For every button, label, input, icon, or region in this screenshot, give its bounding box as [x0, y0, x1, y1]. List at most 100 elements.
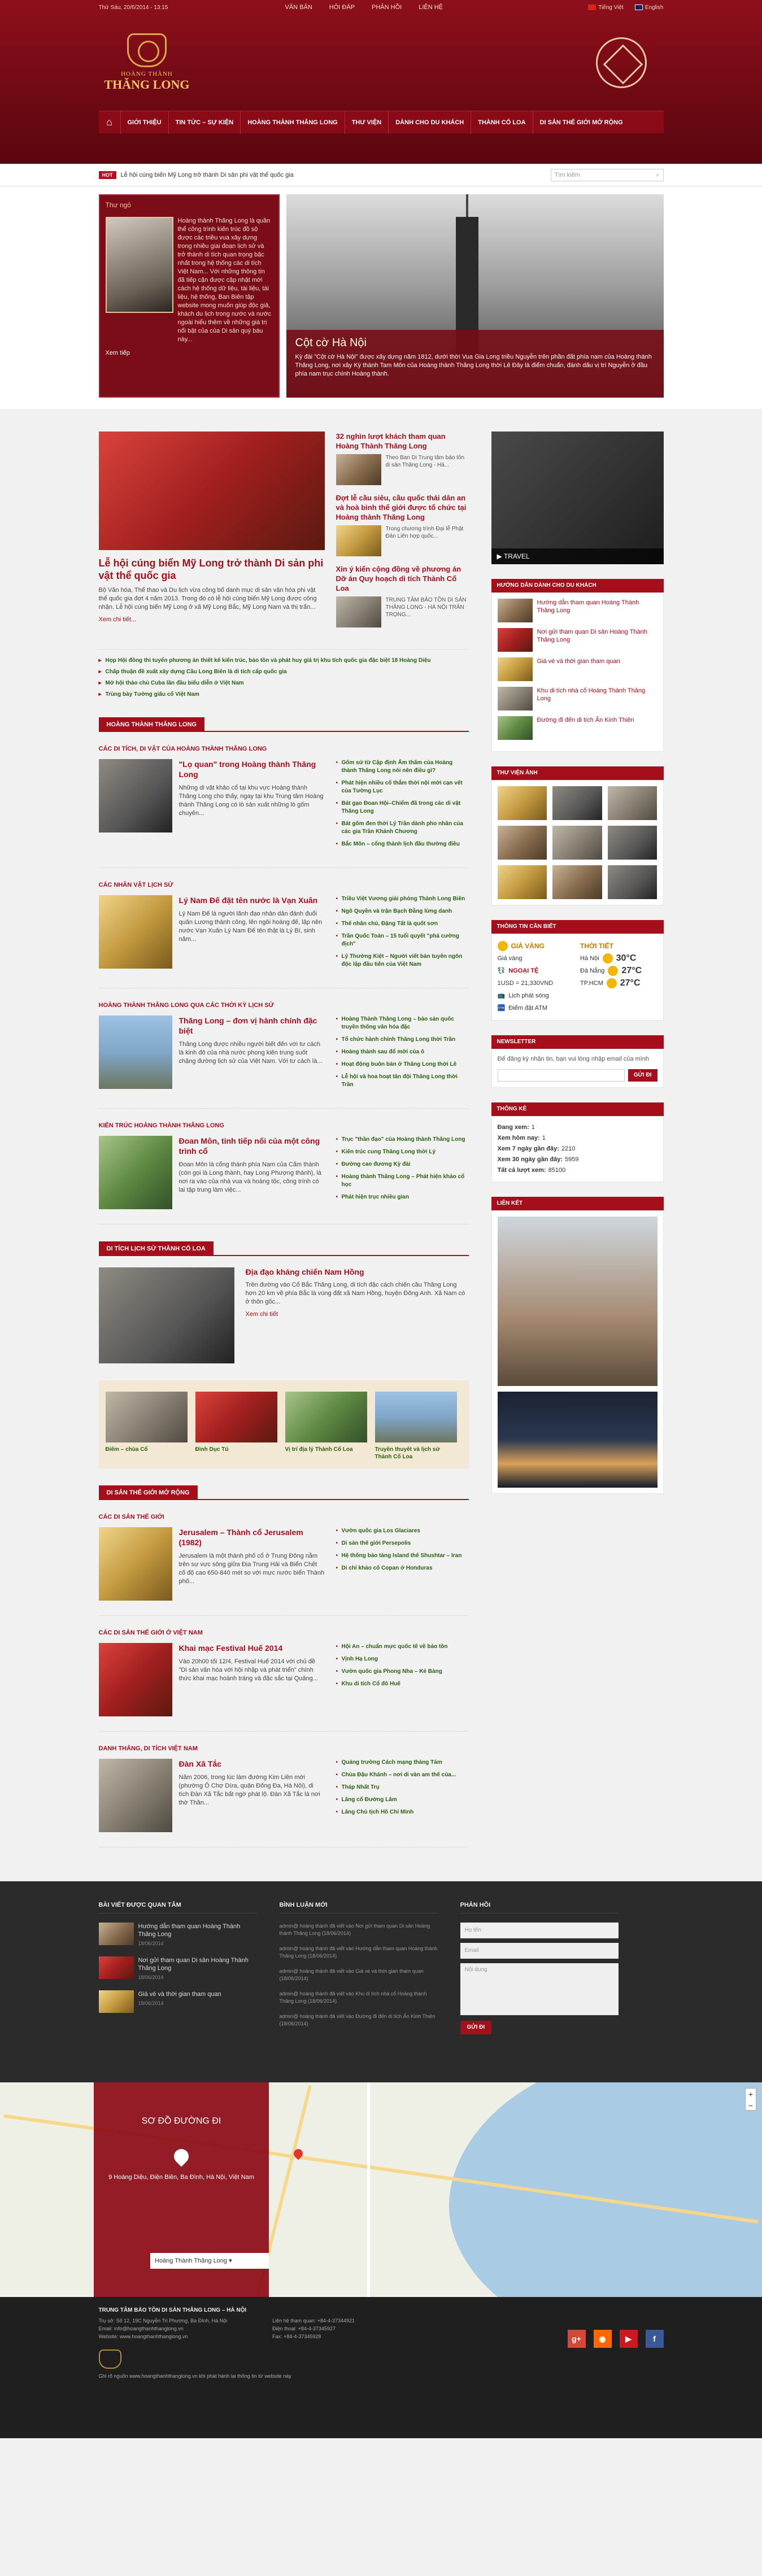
category-lead-title[interactable]: Thăng Long – đơn vị hành chính đặc biệt [179, 1015, 325, 1036]
category-lead-title[interactable]: Khai mạc Festival Huế 2014 [179, 1643, 325, 1653]
category-link[interactable]: Hệ thống bảo tàng Island thế Shushtar – … [336, 1552, 469, 1560]
category-link[interactable]: Gốm sứ từ Cập định Ấm thấm của Hoàng thà… [336, 759, 469, 775]
side-news-title[interactable]: 32 nghìn lượt khách tham quan Hoàng Thàn… [336, 431, 469, 451]
gallery-photo[interactable] [552, 826, 602, 860]
category-link[interactable]: Di chỉ khảo cổ Copan ở Honduras [336, 1564, 469, 1572]
guide-item[interactable]: Đường đi đến di tích Ẩn Kinh Thiên [497, 716, 658, 740]
guide-item[interactable]: Hướng dẫn tham quan Hoàng Thành Thăng Lo… [497, 599, 658, 622]
comment-item[interactable]: admin@ hoàng thành đã viết vào Nơi gửi t… [280, 1923, 438, 1937]
category-link[interactable]: Hoàng Thành Thăng Long – bảo sản quốc tr… [336, 1015, 469, 1031]
category-thumb[interactable] [98, 1015, 172, 1089]
newsletter-email-input[interactable] [497, 1069, 625, 1082]
category-link[interactable]: Vườn quốc gia Los Glaciares [336, 1527, 469, 1535]
category-link[interactable]: Lý Thường Kiệt – Người viết bản tuyên ng… [336, 953, 469, 969]
popular-post[interactable]: Nơi gửi tham quan Di sản Hoàng Thành Thă… [98, 1956, 257, 1981]
side-news-thumb[interactable] [336, 596, 381, 627]
category-link[interactable]: Đường cao đương Kỳ đài [336, 1161, 469, 1169]
category-link[interactable]: Bát gốm đen thời Lý Trần dành pho nhân c… [336, 820, 469, 836]
category-thumb[interactable] [98, 895, 172, 969]
co-loa-title[interactable]: Địa đạo kháng chiến Nam Hồng [246, 1267, 469, 1276]
category-link[interactable]: Phát hiện nhiều cổ thắm thời nội mới cạn… [336, 779, 469, 795]
home-icon[interactable]: ⌂ [99, 111, 120, 134]
side-news-title[interactable]: Xin ý kiến cộng đồng về phương án Dỡ án … [336, 564, 469, 593]
category-link[interactable]: Hoạt động buôn bán ở Thăng Long thời Lê [336, 1061, 469, 1069]
search-input[interactable]: Tìm kiếm ⌕ [550, 169, 664, 181]
hot-link[interactable]: Mở hội thảo chủ Cuba lần đầu biểu diễn ở… [99, 678, 469, 689]
gallery-photo[interactable] [607, 826, 658, 860]
category-thumb[interactable] [98, 1136, 172, 1209]
name-field[interactable]: Họ tên [460, 1923, 619, 1938]
intro-more-link[interactable]: Xem tiếp [106, 350, 273, 356]
gallery-photo[interactable] [497, 786, 547, 820]
thumb-caption[interactable]: Đình Dục Tú [195, 1446, 277, 1453]
fx-label[interactable]: NGOẠI TỆ [508, 965, 538, 977]
top-link-documents[interactable]: VĂN BẢN [285, 4, 312, 11]
guide-title[interactable]: Nơi gửi tham quan Di sản Hoàng Thành Thă… [537, 628, 658, 652]
category-link[interactable]: Tổ chức hành chính Thăng Long thời Trần [336, 1036, 469, 1044]
category-title[interactable]: CÁC DI SẢN THẾ GIỚI Ở VIỆT NAM [99, 1629, 469, 1636]
side-news-title[interactable]: Đợt lễ cầu siêu, cầu quốc thái dân an và… [336, 493, 469, 522]
gallery-photo[interactable] [497, 865, 547, 899]
category-link[interactable]: Vịnh Hạ Long [336, 1655, 469, 1663]
category-link[interactable]: Lăng Chủ tịch Hồ Chí Minh [336, 1808, 469, 1816]
popular-post[interactable]: Giá vé và thời gian tham quan 18/06/2014 [98, 1990, 257, 2013]
co-loa-thumb[interactable]: Điếm – chùa Cổ [105, 1388, 188, 1461]
thumb-caption[interactable]: Truyền thuyết và lịch sử Thành Cổ Loa [375, 1446, 457, 1461]
post-title[interactable]: Giá vé và thời gian tham quan [138, 1991, 221, 1998]
category-link[interactable]: Trục "thần đạo" của Hoàng thành Thăng Lo… [336, 1136, 469, 1144]
nav-item-world-heritage[interactable]: DI SẢN THẾ GIỚI MỞ RỘNG [532, 111, 630, 134]
guide-title[interactable]: Khu di tích nhà cổ Hoàng Thành Thăng Lon… [537, 687, 658, 711]
top-link-contact[interactable]: LIÊN HỆ [419, 4, 443, 11]
rss-icon[interactable]: ◉ [593, 2330, 612, 2348]
map-zoom-control[interactable]: + − [745, 2088, 756, 2111]
co-loa-thumb[interactable]: Truyền thuyết và lịch sử Thành Cổ Loa [375, 1388, 457, 1461]
popular-post[interactable]: Hướng dẫn tham quan Hoàng Thành Thăng Lo… [98, 1923, 257, 1947]
thumb-caption[interactable]: Vị trí địa lý Thành Cổ Loa [285, 1446, 367, 1453]
atm-link[interactable]: Điểm đặt ATM [508, 1002, 547, 1014]
top-link-feedback[interactable]: PHẢN HỒI [372, 4, 402, 11]
location-map[interactable]: + − SƠ ĐỒ ĐƯỜNG ĐI 9 Hoàng Diệu, Điện Biê… [0, 2082, 762, 2297]
category-link[interactable]: Kiến trúc cung Thăng Long thời Lý [336, 1148, 469, 1156]
nav-item-news[interactable]: TIN TỨC – SỰ KIỆN [168, 111, 241, 134]
co-loa-image[interactable] [98, 1267, 234, 1363]
category-link[interactable]: Khu di tích Cổ đô Huế [336, 1680, 469, 1688]
section-title[interactable]: HOÀNG THÀNH THĂNG LONG [98, 717, 204, 732]
side-news-thumb[interactable] [336, 525, 381, 556]
post-title[interactable]: Hướng dẫn tham quan Hoàng Thành Thăng Lo… [138, 1923, 241, 1938]
category-link[interactable]: Bắc Môn – cổng thành lịch đầu thường điề… [336, 840, 469, 848]
gallery-photo[interactable] [497, 826, 547, 860]
hero-slide[interactable]: Cột cờ Hà Nội Kỳ đài "Cột cờ Hà Nội" đượ… [286, 194, 664, 398]
category-lead-title[interactable]: "Lọ quan" trong Hoàng thành Thăng Long [179, 759, 325, 779]
category-thumb[interactable] [98, 1643, 172, 1716]
play-icon[interactable]: ▶ [497, 552, 502, 560]
category-title[interactable]: HOÀNG THÀNH THĂNG LONG QUA CÁC THỜI KỲ L… [99, 1002, 469, 1009]
lang-en[interactable]: English [634, 5, 664, 11]
category-link[interactable]: Tháp Nhất Trụ [336, 1784, 469, 1792]
category-link[interactable]: Quảng trường Cách mạng tháng Tám [336, 1759, 469, 1767]
category-link[interactable]: Hội An – chuẩn mực quốc tế về bảo tồn [336, 1643, 469, 1651]
guide-title[interactable]: Đường đi đến di tích Ẩn Kinh Thiên [537, 716, 634, 740]
search-icon[interactable]: ⌕ [656, 172, 659, 179]
category-link[interactable]: Hoàng thành Thăng Long – Phát hiện khảo … [336, 1173, 469, 1189]
comment-item[interactable]: admin@ hoàng thành đã viết vào Hướng dẫn… [280, 1945, 438, 1960]
youtube-icon[interactable]: ▶ [619, 2330, 638, 2348]
ticker-headline[interactable]: Lễ hội cúng biển Mỹ Long trở thành Di sả… [121, 172, 294, 178]
gold-price-link[interactable]: GIÁ VÀNG [511, 940, 545, 952]
link-banner[interactable] [497, 1392, 658, 1488]
comment-item[interactable]: admin@ hoàng thành đã viết vào Giá vé và… [280, 1968, 438, 1982]
comment-item[interactable]: admin@ hoàng thành đã viết vào Đường đi … [280, 2013, 438, 2028]
gallery-photo[interactable] [552, 865, 602, 899]
category-link[interactable]: Thế nhân chủ, Đặng Tất là quốt sơn [336, 920, 469, 928]
gallery-photo[interactable] [607, 865, 658, 899]
category-thumb[interactable] [98, 1759, 172, 1832]
category-title[interactable]: CÁC NHÂN VẬT LỊCH SỬ [99, 882, 469, 888]
category-lead-title[interactable]: Đàn Xã Tắc [179, 1759, 325, 1769]
category-link[interactable]: Di sản thế giới Persepolis [336, 1540, 469, 1548]
slide-title[interactable]: Cột cờ Hà Nội [295, 337, 655, 350]
featured-more-link[interactable]: Xem chi tiết... [99, 616, 325, 623]
hot-link[interactable]: Chấp thuận đề xuất xây dựng Cầu Long Biê… [99, 666, 469, 678]
footer-website[interactable]: Website: www.hoangthanhthanglong.vn [99, 2333, 228, 2340]
site-logo[interactable]: HOÀNG THÀNH THĂNG LONG [104, 33, 189, 92]
facebook-icon[interactable]: f [645, 2330, 664, 2348]
category-link[interactable]: Vườn quốc gia Phong Nha – Kẻ Bàng [336, 1668, 469, 1676]
